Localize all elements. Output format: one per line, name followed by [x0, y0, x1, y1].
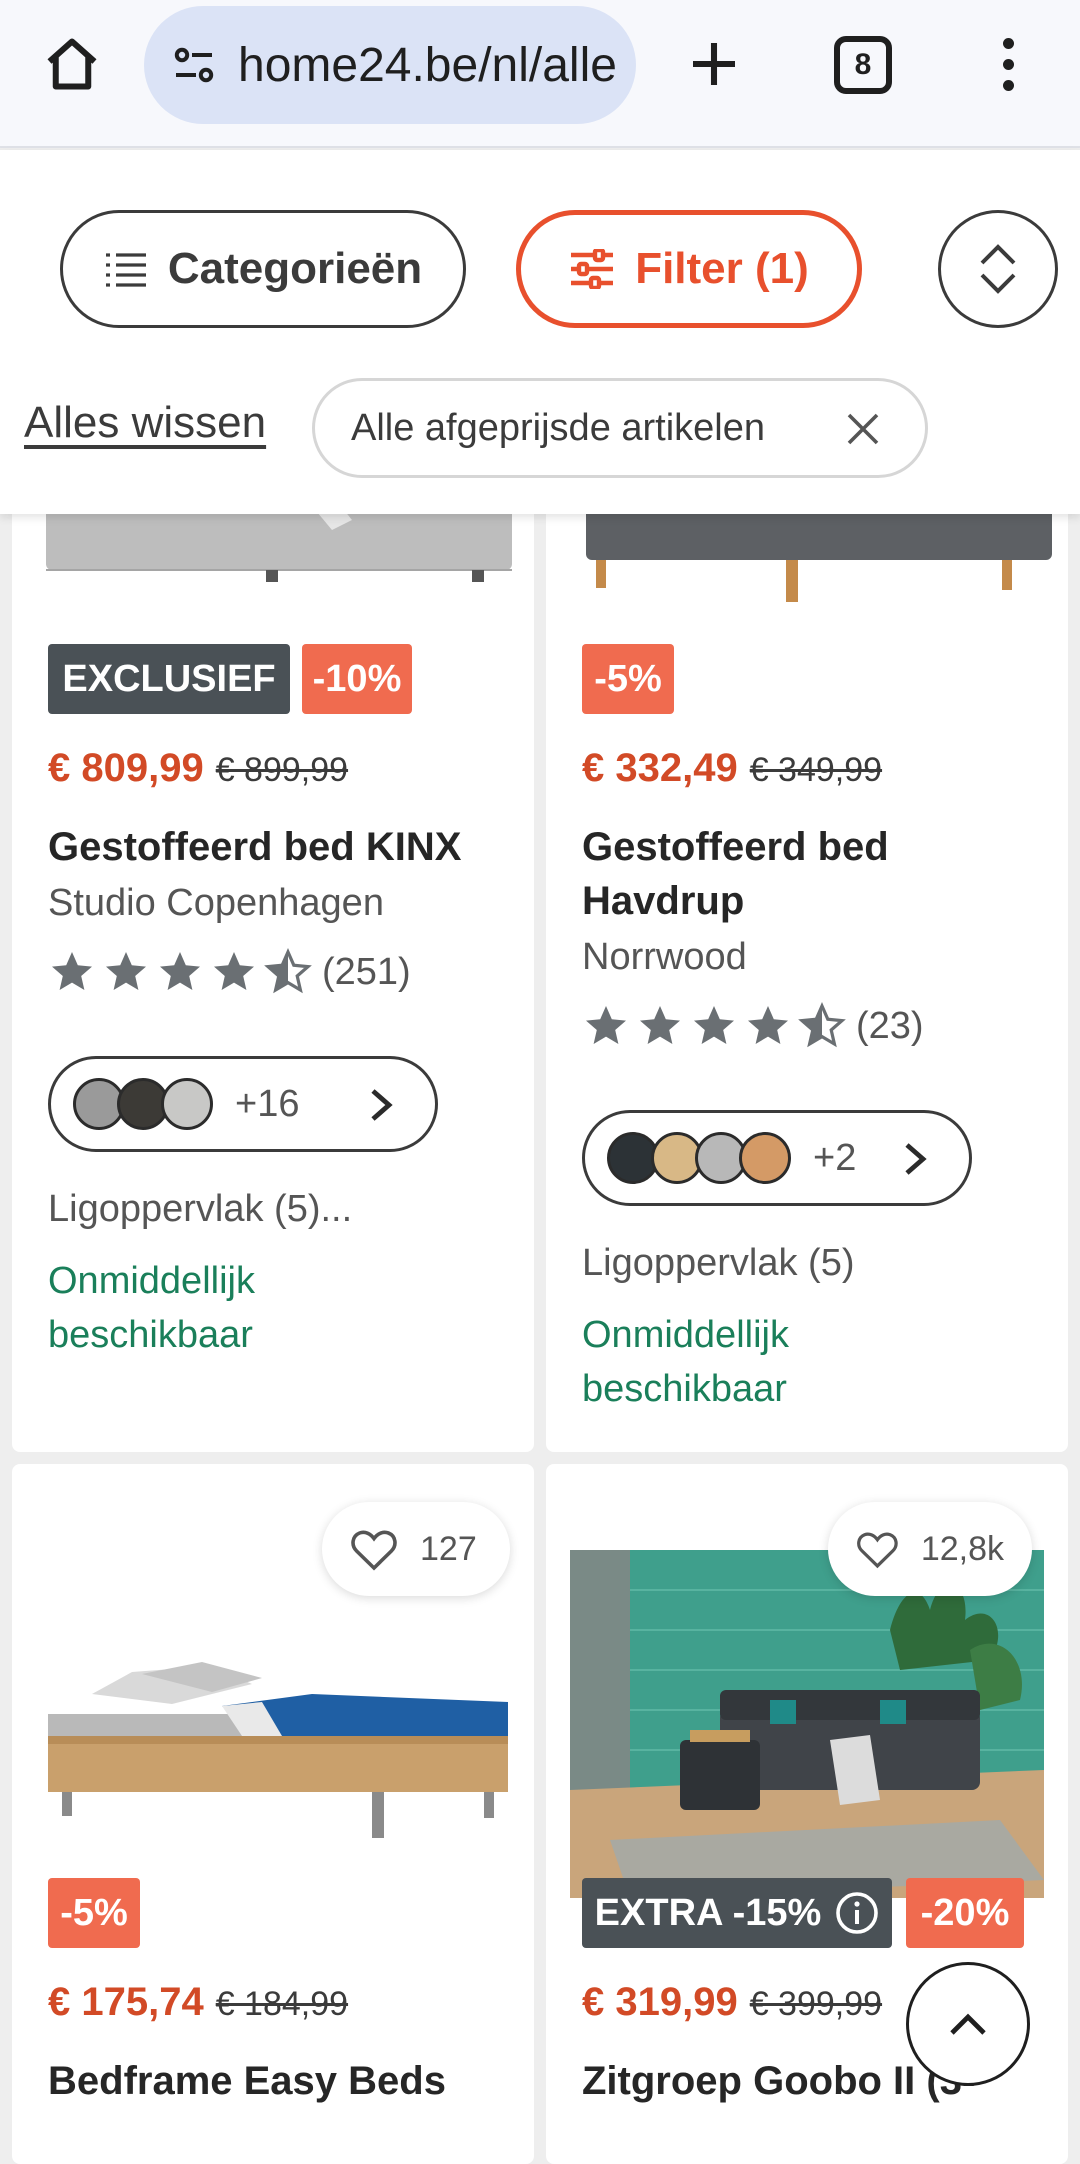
old-price: € 399,99 [749, 1985, 883, 2023]
favorite-button[interactable]: 12,8k [828, 1502, 1032, 1596]
product-title[interactable]: Gestoffeerd bed KINX [48, 820, 518, 874]
filter-button[interactable]: Filter (1) [516, 210, 862, 328]
filter-label: Filter (1) [635, 244, 809, 293]
color-swatches[interactable]: +2 [582, 1110, 972, 1206]
product-feature: Ligoppervlak (5) [582, 1242, 855, 1284]
favorite-count: 127 [420, 1529, 477, 1568]
product-image[interactable] [12, 1554, 534, 1854]
home-icon[interactable] [38, 30, 106, 98]
sort-button[interactable] [938, 210, 1058, 328]
star-icon [106, 952, 146, 990]
star-icon [586, 1006, 626, 1044]
star-icon [694, 1006, 734, 1044]
discount-badge: -5% [582, 644, 674, 714]
rating: (23) [582, 1002, 924, 1050]
info-icon[interactable] [835, 1891, 879, 1935]
address-bar[interactable]: home24.be/nl/alle [144, 6, 636, 124]
discount-badge: -5% [48, 1878, 140, 1948]
review-count: (251) [322, 950, 411, 993]
more-colors: +16 [235, 1082, 300, 1125]
new-tab-icon[interactable] [680, 30, 748, 98]
discount-badge: -10% [302, 644, 412, 714]
browser-toolbar: home24.be/nl/alle 8 [0, 0, 1080, 148]
filter-bar: Categorieën Filter (1) Alles wissen Alle… [0, 150, 1080, 514]
chevron-right-icon[interactable] [369, 1087, 395, 1123]
color-swatches[interactable]: +16 [48, 1056, 438, 1152]
product-card[interactable]: -5% € 332,49 € 349,99 Gestoffeerd bed Ha… [546, 440, 1068, 1452]
old-price: € 349,99 [749, 751, 883, 789]
current-price: € 175,74 [48, 1980, 204, 2024]
product-title[interactable]: Bedframe Easy Beds [48, 2054, 518, 2108]
tab-count: 8 [854, 48, 872, 81]
heart-icon [857, 1532, 898, 1569]
site-settings-icon[interactable] [168, 39, 220, 91]
star-icon [640, 1006, 680, 1044]
product-image[interactable] [570, 1550, 1044, 1898]
active-filter-label: Alle afgeprijsde artikelen [351, 406, 766, 449]
product-card[interactable]: EXCLUSIEF -10% € 809,99 € 899,99 Gestoff… [12, 440, 534, 1452]
extra-discount-label: EXTRA -15% [594, 1891, 822, 1934]
stock-status: Onmiddellijk beschikbaar [582, 1314, 789, 1410]
favorite-count: 12,8k [920, 1529, 1004, 1568]
star-icon [160, 952, 200, 990]
list-icon [105, 253, 146, 287]
url-text: home24.be/nl/alle [238, 38, 617, 92]
close-icon[interactable] [845, 411, 881, 447]
product-card[interactable]: 127 -5% € 175,74 € 184,99 Bedframe Easy … [12, 1464, 534, 2164]
favorite-button[interactable]: 127 [322, 1502, 510, 1596]
star-icon [214, 952, 254, 990]
half-star-icon [798, 1002, 846, 1048]
product-brand: Norrwood [582, 936, 747, 978]
product-feature: Ligoppervlak (5)... [48, 1188, 353, 1230]
more-colors: +2 [813, 1136, 857, 1179]
star-icon [52, 952, 92, 990]
current-price: € 319,99 [582, 1980, 738, 2024]
star-icon [748, 1006, 788, 1044]
old-price: € 184,99 [215, 1985, 349, 2023]
clear-all-link[interactable]: Alles wissen [24, 398, 266, 448]
product-brand: Studio Copenhagen [48, 882, 384, 924]
heart-icon [351, 1530, 397, 1571]
current-price: € 809,99 [48, 746, 204, 790]
active-filter-chip[interactable]: Alle afgeprijsde artikelen [312, 378, 928, 478]
categories-label: Categorieën [167, 244, 423, 293]
old-price: € 899,99 [215, 751, 349, 789]
browser-menu-icon[interactable] [984, 30, 1032, 98]
sliders-icon [571, 249, 614, 289]
color-swatch[interactable] [739, 1132, 791, 1184]
categories-button[interactable]: Categorieën [60, 210, 466, 328]
extra-discount-badge: EXTRA -15% [582, 1878, 892, 1948]
stock-status: Onmiddellijk beschikbaar [48, 1260, 255, 1356]
discount-badge: -20% [906, 1878, 1024, 1948]
scroll-to-top-button[interactable] [906, 1962, 1030, 2086]
tab-switcher-button[interactable]: 8 [834, 36, 892, 94]
half-star-icon [264, 948, 312, 994]
rating: (251) [48, 948, 411, 996]
current-price: € 332,49 [582, 746, 738, 790]
review-count: (23) [856, 1004, 924, 1047]
sort-icon [980, 244, 1016, 294]
exclusive-badge: EXCLUSIEF [48, 644, 290, 714]
chevron-up-icon [950, 2013, 986, 2035]
chevron-right-icon[interactable] [903, 1141, 929, 1177]
product-title[interactable]: Gestoffeerd bed Havdrup [582, 820, 942, 928]
color-swatch[interactable] [161, 1078, 213, 1130]
